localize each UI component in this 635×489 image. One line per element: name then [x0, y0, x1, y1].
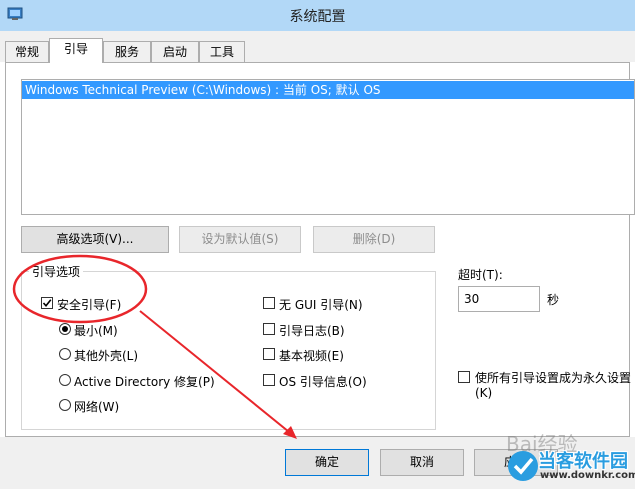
- window-title: 系统配置: [289, 9, 346, 25]
- cancel-button[interactable]: 取消: [380, 449, 464, 476]
- os-list[interactable]: [21, 79, 635, 215]
- tab-boot[interactable]: 引导: [49, 38, 103, 63]
- os-boot-info-checkbox[interactable]: [263, 374, 275, 386]
- mode-ad-repair-radio[interactable]: [59, 374, 71, 386]
- boot-log-label: 引导日志(B): [279, 324, 345, 338]
- os-list-item-selected[interactable]: Windows Technical Preview (C:\Windows) :…: [22, 81, 634, 99]
- delete-button[interactable]: 删除(D): [313, 226, 435, 253]
- timeout-input[interactable]: 30: [458, 286, 540, 312]
- no-gui-boot-checkbox[interactable]: [263, 297, 275, 309]
- mode-alternate-shell-label: 其他外壳(L): [74, 349, 139, 363]
- base-video-label: 基本视频(E): [279, 349, 344, 363]
- mode-alternate-shell-radio[interactable]: [59, 348, 71, 360]
- checkmark-icon: [42, 299, 52, 308]
- tab-general[interactable]: 常规: [5, 41, 49, 62]
- timeout-unit: 秒: [547, 293, 560, 307]
- no-gui-boot-label: 无 GUI 引导(N): [279, 298, 363, 312]
- mode-minimal-label: 最小(M): [74, 324, 118, 338]
- mode-minimal-radio[interactable]: [59, 323, 71, 335]
- ok-button[interactable]: 确定: [285, 449, 369, 476]
- timeout-label: 超时(T):: [458, 268, 503, 282]
- boot-log-checkbox[interactable]: [263, 323, 275, 335]
- advanced-options-button[interactable]: 高级选项(V)...: [21, 226, 169, 253]
- tab-startup[interactable]: 启动: [151, 41, 199, 62]
- tab-tools[interactable]: 工具: [199, 41, 245, 62]
- boot-options-title: 引导选项: [29, 263, 84, 280]
- set-default-button[interactable]: 设为默认值(S): [179, 226, 301, 253]
- make-permanent-checkbox[interactable]: [458, 371, 470, 383]
- mode-network-label: 网络(W): [74, 400, 120, 414]
- downkr-logo-url: www.downkr.com: [540, 470, 635, 481]
- make-permanent-shortcut: (K): [475, 386, 493, 400]
- base-video-checkbox[interactable]: [263, 348, 275, 360]
- os-boot-info-label: OS 引导信息(O): [279, 375, 367, 389]
- safe-boot-label: 安全引导(F): [57, 298, 122, 312]
- tab-services[interactable]: 服务: [103, 41, 151, 62]
- make-permanent-label: 使所有引导设置成为永久设置: [475, 371, 632, 385]
- mode-network-radio[interactable]: [59, 399, 71, 411]
- safe-boot-checkbox[interactable]: [41, 297, 53, 309]
- mode-ad-repair-label: Active Directory 修复(P): [74, 375, 215, 389]
